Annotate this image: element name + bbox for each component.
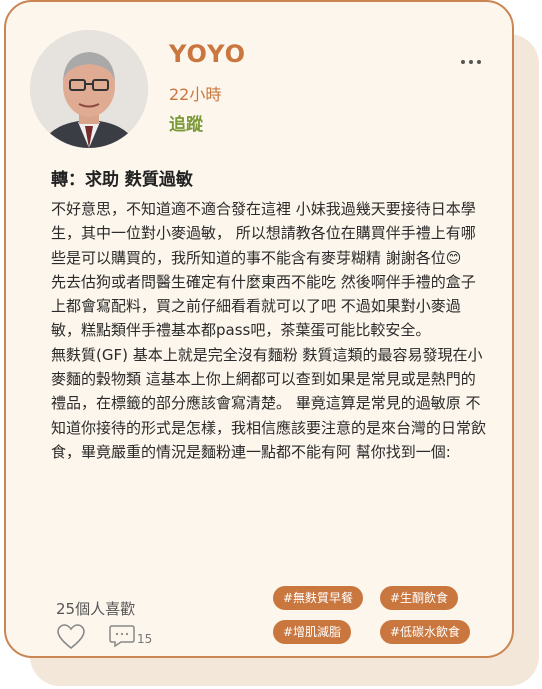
post-time: 22小時: [169, 85, 222, 104]
tag-gluten-free-breakfast[interactable]: #無麩質早餐: [273, 586, 364, 610]
username[interactable]: YOYO: [169, 40, 246, 68]
post-title: 轉：求助 麩質過敏: [51, 170, 193, 190]
post-body: 不好意思，不知道適不適合發在這裡 小妹我過幾天要接待日本學生，其中一位對小麥過敏…: [51, 200, 487, 461]
heart-icon[interactable]: [56, 623, 86, 651]
post-card: YOYO 22小時 追蹤 轉：求助 麩質過敏 不好意思，不知道適不適合發在這裡 …: [4, 0, 514, 658]
likes-count: 25個人喜歡: [56, 600, 136, 618]
comment-icon[interactable]: [109, 624, 135, 648]
tag-keto-diet[interactable]: #生酮飲食: [380, 586, 459, 610]
avatar[interactable]: [30, 30, 148, 148]
comment-count: 15: [137, 632, 153, 646]
follow-button[interactable]: 追蹤: [169, 110, 203, 135]
tag-low-carb-diet[interactable]: #低碳水飲食: [380, 620, 471, 644]
more-dots-icon[interactable]: [461, 57, 487, 67]
tag-muscle-fat-loss[interactable]: #增肌減脂: [273, 620, 352, 644]
